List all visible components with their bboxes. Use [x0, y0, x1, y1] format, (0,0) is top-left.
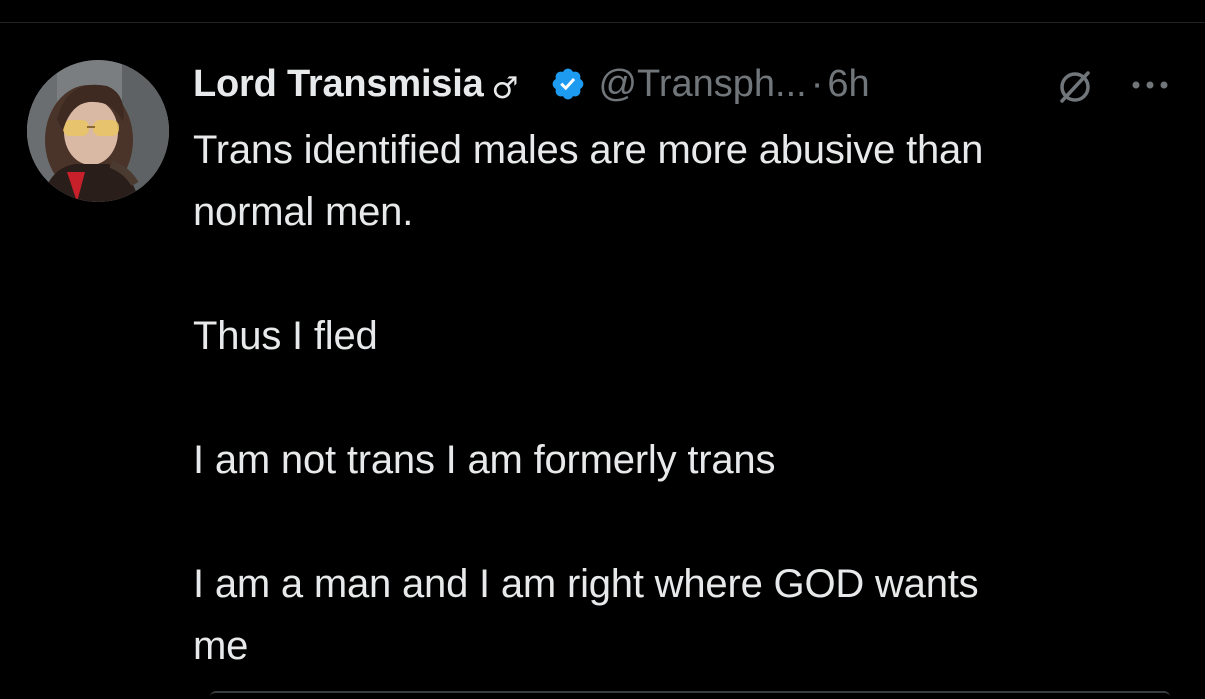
tweet-text-line — [193, 491, 1183, 553]
tweet-text-line: Trans identified males are more abusive … — [193, 128, 984, 172]
tweet-text-line: normal men. — [193, 190, 414, 234]
profile-photo — [27, 60, 169, 202]
null-circle-icon[interactable] — [1055, 66, 1095, 106]
tweet-text-line — [193, 243, 1183, 305]
tweet-text-line: Thus I fled — [193, 314, 378, 358]
verified-badge-icon[interactable] — [550, 66, 586, 102]
display-name[interactable]: Lord Transmisia — [193, 63, 484, 106]
user-handle[interactable]: @Transph... — [598, 63, 806, 106]
avatar[interactable] — [27, 60, 169, 202]
more-options-icon[interactable] — [1128, 73, 1172, 97]
tweet-text-line: I am not trans I am formerly trans — [193, 438, 776, 482]
tweet-text-line — [193, 367, 1183, 429]
tweet[interactable]: Lord Transmisia ♂ @Transph... · 6h Trans… — [0, 23, 1205, 699]
separator-dot: · — [810, 62, 824, 105]
tweet-text-line: I am a man and I am right where GOD want… — [193, 562, 979, 606]
tweet-header: Lord Transmisia ♂ @Transph... · 6h — [193, 61, 870, 107]
embedded-card-edge — [210, 691, 1170, 697]
tweet-text: Trans identified males are more abusive … — [193, 119, 1183, 677]
male-symbol: ♂ — [491, 70, 519, 106]
tweet-text-line: me — [193, 624, 249, 668]
timestamp[interactable]: 6h — [827, 63, 869, 106]
